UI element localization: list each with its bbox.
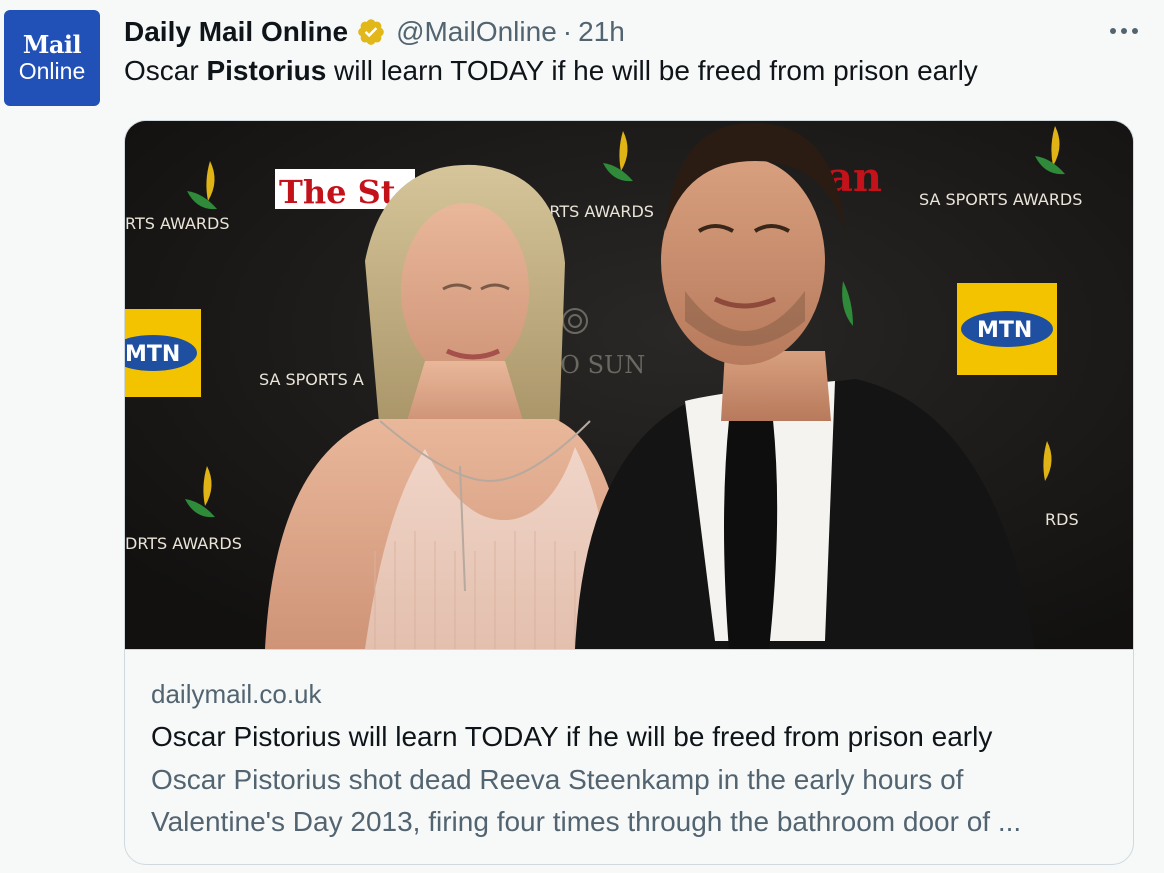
- tweet-text-suffix: will learn TODAY if he will be freed fro…: [326, 55, 978, 86]
- tweet-text: Oscar Pistorius will learn TODAY if he w…: [124, 55, 978, 87]
- card-domain[interactable]: dailymail.co.uk: [151, 675, 1113, 713]
- avatar[interactable]: Mail Online: [4, 10, 100, 106]
- card-description-line-1: Oscar Pistorius shot dead Reeva Steenkam…: [151, 764, 964, 795]
- link-card[interactable]: RTS AWARDS SPORTS AWARDS SA SPORTS AWARD…: [124, 120, 1134, 865]
- card-meta: dailymail.co.uk Oscar Pistorius will lea…: [151, 675, 1113, 843]
- backdrop-text-sa-sports-6: RDS: [1045, 510, 1079, 529]
- card-title[interactable]: Oscar Pistorius will learn TODAY if he w…: [151, 717, 1113, 757]
- card-description: Oscar Pistorius shot dead Reeva Steenkam…: [151, 759, 1113, 843]
- meta-separator: ·: [562, 16, 573, 47]
- card-description-line-2: Valentine's Day 2013, firing four times …: [151, 806, 1022, 837]
- tweet-text-bold: Pistorius: [206, 55, 327, 86]
- tweet[interactable]: Mail Online Daily Mail Online @MailOnlin…: [0, 0, 1164, 873]
- author-handle[interactable]: @MailOnline: [396, 16, 557, 48]
- avatar-logo-online: Online: [18, 58, 86, 84]
- tweet-text-prefix: Oscar: [124, 55, 207, 86]
- backdrop-text-star: The St: [279, 173, 396, 211]
- tweet-timestamp[interactable]: 21h: [578, 16, 625, 48]
- backdrop-text-mtn-1: MTN: [125, 342, 180, 367]
- tweet-header: Daily Mail Online @MailOnline · 21h: [124, 12, 625, 52]
- backdrop-text-sa-sports-1: RTS AWARDS: [125, 214, 230, 233]
- avatar-logo-mail: Mail: [22, 30, 82, 59]
- author-name[interactable]: Daily Mail Online: [124, 16, 348, 48]
- backdrop-text-sa-sports-3: SA SPORTS AWARDS: [919, 190, 1082, 209]
- verified-badge-icon[interactable]: [356, 17, 386, 47]
- backdrop-text-mtn-2: MTN: [977, 318, 1032, 343]
- backdrop-text-sa-sports-4: SA SPORTS A: [259, 370, 364, 389]
- more-options-icon[interactable]: [1104, 16, 1144, 46]
- card-image[interactable]: RTS AWARDS SPORTS AWARDS SA SPORTS AWARD…: [125, 121, 1133, 650]
- backdrop-text-sa-sports-5: DRTS AWARDS: [125, 534, 242, 553]
